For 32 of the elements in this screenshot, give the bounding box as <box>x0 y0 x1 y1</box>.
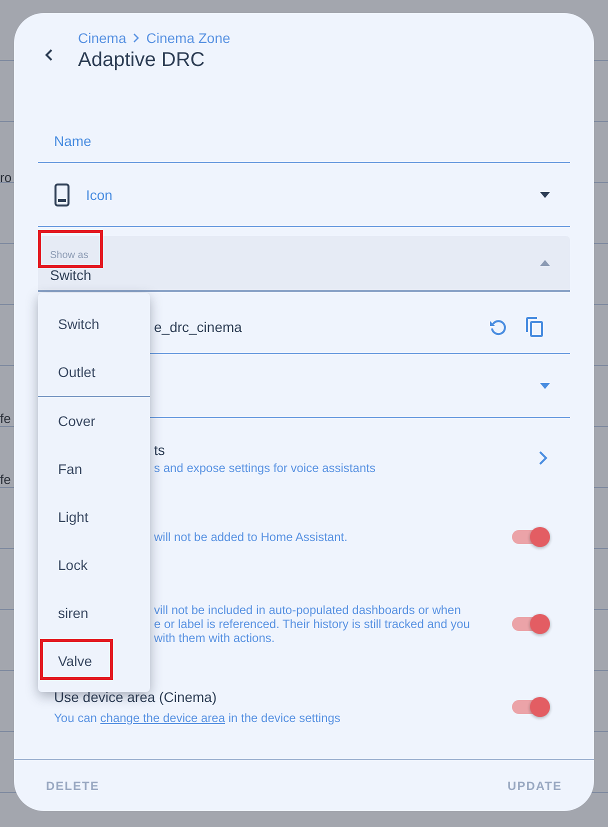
chevron-right-icon[interactable] <box>538 450 548 466</box>
field-label: Name <box>54 133 92 149</box>
menu-item[interactable]: Fan <box>38 445 150 493</box>
menu-item[interactable]: Lock <box>38 541 150 589</box>
setting-description: with them with actions. <box>154 630 276 644</box>
field-label: Show as <box>50 250 90 260</box>
show-as-select[interactable]: Show as Switch <box>38 236 570 292</box>
dialog-title: Adaptive DRC <box>78 49 206 72</box>
field-label: Icon <box>86 186 112 202</box>
toggle-switch[interactable] <box>512 616 548 630</box>
background-text: fe <box>0 472 11 487</box>
background-text: ro <box>0 170 12 185</box>
menu-item[interactable]: Valve <box>38 637 150 685</box>
setting-description: vill not be included in auto-populated dashboards or when <box>154 602 462 616</box>
toggle-switch[interactable] <box>512 700 548 714</box>
setting-description: e or label is referenced. Their history is still tracked and you <box>154 616 470 630</box>
copy-icon[interactable] <box>524 316 544 338</box>
menu-item[interactable]: Switch <box>38 300 150 348</box>
chevron-right-icon <box>132 33 140 43</box>
phone-icon <box>54 182 70 206</box>
menu-item[interactable]: siren <box>38 589 150 637</box>
setting-title: ts <box>154 442 166 458</box>
select-value: Switch <box>50 266 92 282</box>
setting-description: will not be added to Home Assistant. <box>154 530 348 544</box>
background-text: fe <box>0 411 11 426</box>
setting-description: s and expose settings for voice assistants <box>154 460 376 474</box>
setting-title: Use device area (Cinema) <box>54 689 218 705</box>
menu-item[interactable]: Cover <box>38 397 150 445</box>
setting-description: You can change the device area in the device settings <box>54 711 340 725</box>
toggle-switch[interactable] <box>512 530 548 544</box>
menu-item[interactable]: Light <box>38 493 150 541</box>
field-value: e_drc_cinema <box>154 318 242 334</box>
